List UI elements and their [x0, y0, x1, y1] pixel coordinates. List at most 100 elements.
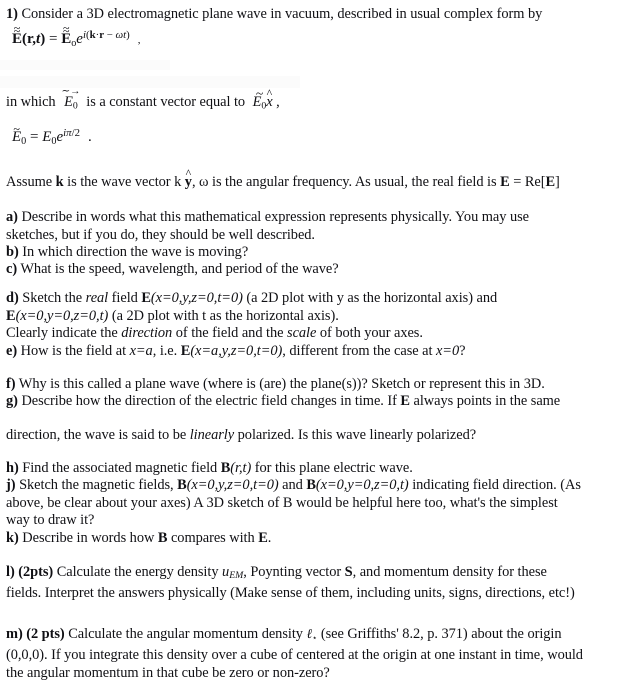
part-h-label: h) — [6, 460, 19, 476]
part-l-a: Calculate the energy density — [53, 564, 223, 580]
part-d-E-1: E — [141, 290, 151, 306]
part-k-b: compares with — [167, 530, 259, 546]
tilde-accent-lower: ~ — [13, 23, 21, 38]
part-g-l2-a: direction, the wave is said to be — [6, 427, 190, 443]
part-l: l) (2pts) Calculate the energy density u… — [6, 564, 615, 602]
part-j-label: j) — [6, 477, 16, 493]
assume-line: Assume k is the wave vector k y ^, ω is t… — [6, 166, 615, 192]
part-e-E: E — [180, 343, 191, 359]
part-e-x0: x=0 — [435, 343, 460, 359]
part-b-text: In which direction the wave is moving? — [22, 244, 249, 260]
equals-sign: = — [48, 31, 58, 48]
e0-vector-symbol: E0 ∼→ — [61, 85, 81, 112]
hat-accent: ^ — [185, 166, 192, 181]
e0-subscript: 0 — [21, 136, 27, 148]
e-field-bold-1: E — [500, 174, 510, 190]
equation-2-body: E ~0 = E0eiπ/2. — [12, 123, 619, 148]
part-k: k) Describe in words how B compares with… — [6, 530, 615, 548]
e-field-complex-symbol: E ~ ~ — [12, 20, 23, 48]
part-d-line-2: E(x=0,y=0,z=0,t) (a 2D plot with t as th… — [6, 308, 615, 326]
problem-number: 1) — [6, 6, 18, 22]
part-d-tail-1: (a 2D plot with y as the horizontal axis… — [242, 290, 498, 306]
part-a-line-1: a) Describe in words what this mathemati… — [6, 209, 615, 227]
in-which-middle: is a constant vector equal to — [86, 94, 246, 110]
part-e-xa: x=a — [129, 343, 153, 359]
in-which-trailing: , — [276, 94, 280, 110]
part-d-args-2: (x=0,y=0,z=0,t) — [15, 307, 109, 324]
part-e-args: (x=a,y,z=0,t=0) — [190, 343, 283, 359]
part-m-line-1: m) (2 pts) Calculate the angular momentu… — [6, 625, 615, 647]
part-k-a: Describe in words how — [22, 530, 158, 546]
part-c-label: c) — [6, 261, 18, 277]
part-b-label: b) — [6, 244, 19, 260]
part-a: a) Describe in words what this mathemati… — [6, 209, 615, 244]
in-which-line: in which E0 ∼→ is a constant vector equal… — [6, 85, 615, 112]
part-k-line-1: k) Describe in words how B compares with… — [6, 530, 615, 548]
part-e-line-1: e) How is the field at x=a, i.e. E(x=a,y… — [6, 343, 615, 361]
problem-intro-line: 1) Consider a 3D electromagnetic plane w… — [6, 6, 615, 24]
equals-sign: = — [30, 129, 39, 146]
part-m-line-3: the angular momentum in that cube be zer… — [6, 664, 330, 680]
part-d-line-1: d) Sketch the real field E(x=0,y,z=0,t=0… — [6, 290, 615, 308]
part-d-line-3: Clearly indicate the direction of the fi… — [6, 325, 615, 343]
part-c: c) What is the speed, wavelength, and pe… — [6, 261, 615, 279]
part-l-c: , and momentum density for these — [352, 564, 547, 580]
poynting-vector-S: S — [344, 564, 353, 580]
part-g: g) Describe how the direction of the ele… — [6, 393, 615, 411]
problem-intro-text: Consider a 3D electromagnetic plane wave… — [21, 6, 543, 22]
e0-tilde-symbol: E0 ~ — [252, 85, 267, 112]
part-j-args-1: (x=0,y,z=0,t=0) — [186, 477, 279, 493]
part-d-label: d) — [6, 290, 19, 306]
hat-accent: ^ — [266, 86, 273, 101]
equation-1-comma: , — [137, 34, 141, 47]
part-b-line-1: b) In which direction the wave is moving… — [6, 244, 615, 262]
tilde-accent-lower: ~ — [62, 23, 70, 38]
part-h-B: B — [220, 460, 231, 476]
part-a-text-1: Describe in words what this mathematical… — [21, 209, 529, 225]
part-h-b: for this plane electric wave. — [251, 460, 413, 476]
part-k-B: B — [157, 530, 168, 546]
part-h-a: Find the associated magnetic field — [22, 460, 221, 476]
part-d-scale-emph: scale — [287, 325, 317, 342]
exponential-base: e — [76, 31, 83, 48]
part-d-real-emph: real — [85, 290, 109, 306]
part-j-B-2: B — [306, 477, 316, 493]
part-k-c: . — [267, 530, 272, 546]
part-k-label: k) — [6, 530, 19, 546]
equation-2-period: . — [88, 129, 92, 146]
energy-density-subscript: EM — [229, 570, 244, 582]
equation-1-args: (r,t) — [22, 31, 46, 48]
part-g-linearly-emph: linearly — [189, 427, 235, 443]
part-k-E: E — [258, 530, 268, 546]
scan-shade — [0, 76, 300, 88]
part-c-line-1: c) What is the speed, wavelength, and pe… — [6, 261, 615, 279]
assume-line-text: Assume k is the wave vector k y ^, ω is t… — [6, 166, 615, 192]
part-g-label: g) — [6, 393, 18, 409]
equation-1-exponent: i(k·r − ωt) — [82, 29, 130, 41]
y-hat-symbol: y ^ — [184, 166, 192, 190]
tilde-accent: ~ — [255, 85, 263, 101]
assume-seg-7: = Re[ — [509, 174, 546, 190]
part-f-line-1: f) Why is this called a plane wave (wher… — [6, 376, 615, 394]
part-m-a: Calculate the angular momentum density — [64, 626, 307, 642]
scan-shade — [0, 60, 170, 70]
tilde-accent: ~ — [13, 121, 20, 136]
part-h-args: (r,t) — [230, 460, 252, 476]
part-l-label: l) — [6, 564, 15, 580]
part-j-B-1: B — [177, 477, 187, 493]
part-d-tail-2: (a 2D plot with t as the horizontal axis… — [108, 307, 339, 324]
part-c-text: What is the speed, wavelength, and perio… — [20, 261, 339, 277]
part-f-label: f) — [6, 376, 16, 392]
part-f: f) Why is this called a plane wave (wher… — [6, 376, 615, 394]
part-m-line-2: (0,0,0). If you integrate this density o… — [6, 647, 583, 664]
part-d-direction-emph: direction — [121, 325, 173, 342]
document-page: 1) Consider a 3D electromagnetic plane w… — [0, 0, 619, 680]
part-j-line-3: way to draw it? — [6, 512, 95, 529]
part-d-args-1: (x=0,y,z=0,t=0) — [150, 290, 243, 306]
part-m-points: (2 pts) — [26, 626, 65, 642]
in-which-text: in which E0 ∼→ is a constant vector equal… — [6, 85, 615, 112]
part-d-l3-c: of both your axes. — [316, 325, 423, 342]
part-l-b: , Poynting vector — [243, 564, 345, 580]
part-m-label: m) — [6, 626, 23, 642]
part-e: e) How is the field at x=a, i.e. E(x=a,y… — [6, 343, 615, 361]
